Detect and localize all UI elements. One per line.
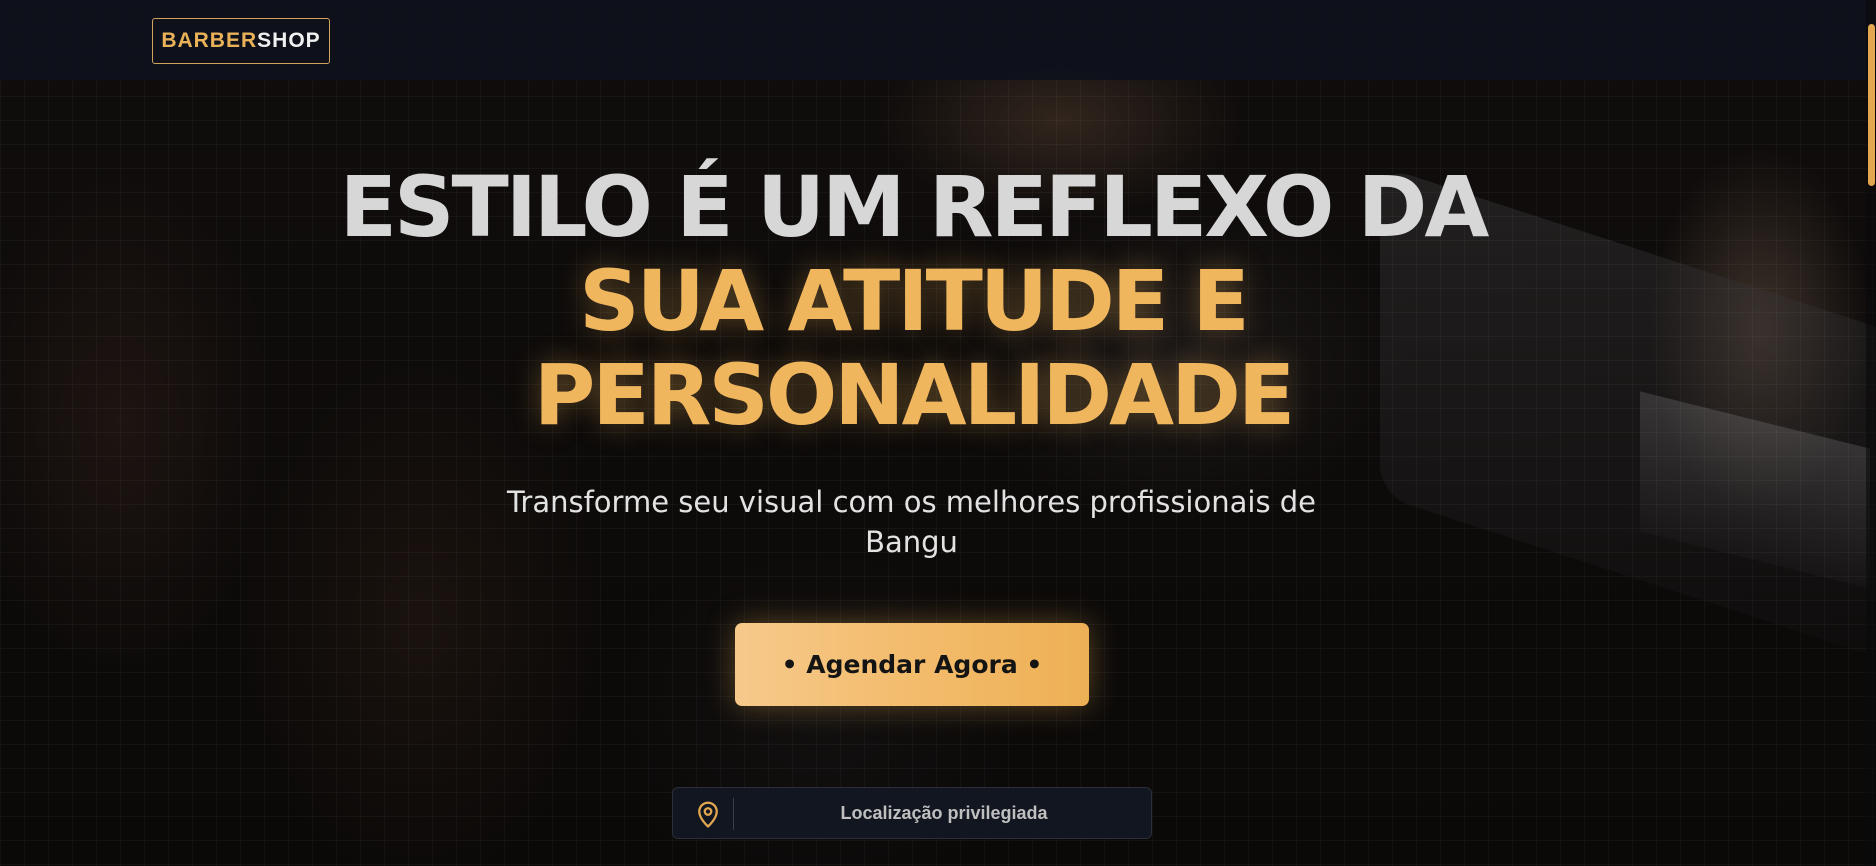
scrollbar-thumb[interactable] <box>1868 24 1875 186</box>
subtitle-line-2: Bangu <box>865 525 958 559</box>
site-header: BARBER SHOP <box>0 0 1876 80</box>
headline-line-2: SUA ATITUDE E <box>579 252 1250 350</box>
map-pin-icon <box>693 799 723 829</box>
hero-subtitle: Transforme seu visual com os melhores pr… <box>460 482 1363 562</box>
location-feature-label: Localização privilegiada <box>840 802 1048 823</box>
logo-text-shop: SHOP <box>257 29 321 52</box>
headline-line-1: ESTILO É UM REFLEXO DA <box>339 158 1490 256</box>
headline-line-3: PERSONALIDADE <box>533 346 1295 444</box>
location-feature-badge: Localização privilegiada <box>672 787 1152 839</box>
logo-text-barber: BARBER <box>161 29 258 52</box>
page-scrollbar[interactable] <box>1866 0 1876 866</box>
feature-divider <box>733 798 734 830</box>
hero-headline: ESTILO É UM REFLEXO DA SUA ATITUDE E PER… <box>0 160 1826 442</box>
schedule-now-button[interactable]: • Agendar Agora • <box>735 623 1089 706</box>
subtitle-line-1: Transforme seu visual com os melhores pr… <box>506 485 1317 519</box>
logo-link[interactable]: BARBER SHOP <box>152 18 330 64</box>
